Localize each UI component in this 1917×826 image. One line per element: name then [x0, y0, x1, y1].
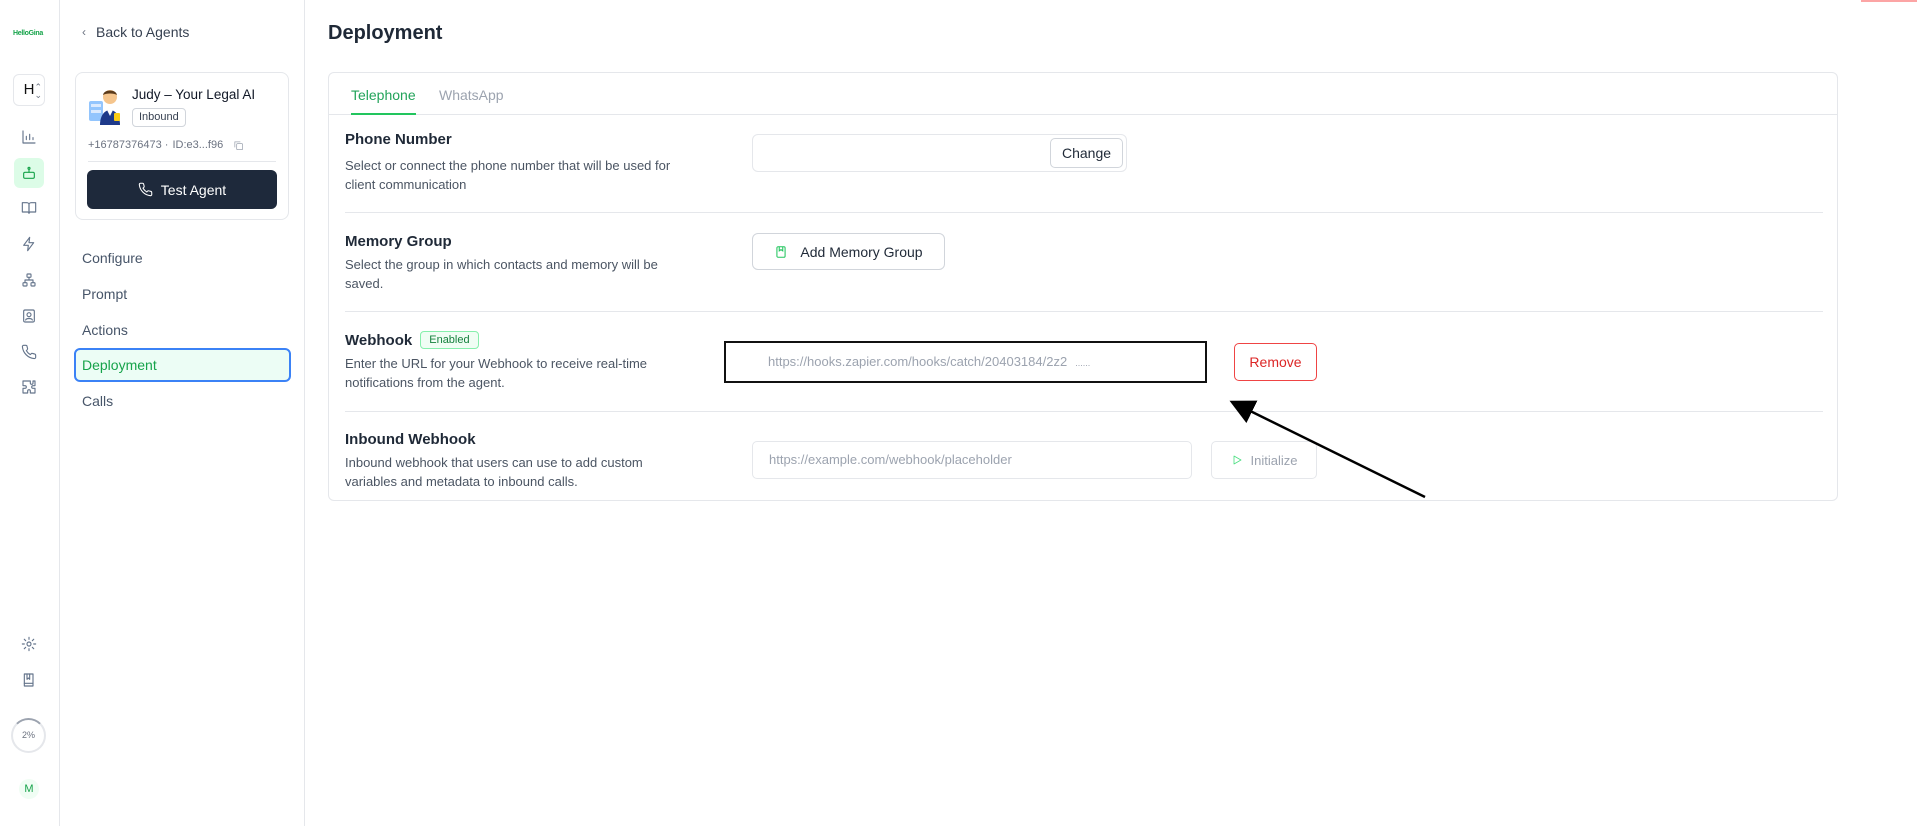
copy-icon[interactable] [233, 140, 244, 151]
phone-icon [138, 182, 153, 197]
webhook-url-value: https://hooks.zapier.com/hooks/catch/204… [768, 354, 1068, 369]
webhook-desc: Enter the URL for your Webhook to receiv… [345, 356, 648, 390]
test-agent-button[interactable]: Test Agent [87, 170, 277, 209]
add-memory-group-button[interactable]: Add Memory Group [752, 233, 945, 270]
webhook-title: Webhook Enabled [345, 331, 479, 349]
book-open-icon [21, 202, 37, 214]
phone-number-field[interactable]: Change [752, 134, 1127, 172]
contacts-nav[interactable] [14, 301, 44, 331]
deployment-panel: Telephone WhatsApp Phone Number Select o… [328, 72, 1838, 501]
top-accent-bar [1861, 0, 1917, 2]
page-title: Deployment [328, 22, 443, 44]
back-to-agents-link[interactable]: ‹ Back to Agents [82, 24, 189, 40]
workspace-initial: H [23, 81, 35, 98]
initialize-button[interactable]: Initialize [1211, 441, 1317, 479]
back-label: Back to Agents [96, 24, 190, 40]
bar-chart-icon [22, 130, 36, 144]
test-agent-label: Test Agent [160, 181, 227, 198]
inbound-webhook-title: Inbound Webhook [345, 431, 476, 448]
analytics-nav[interactable] [14, 122, 44, 152]
channel-tabs: Telephone WhatsApp [329, 73, 1837, 115]
nav-calls[interactable]: Calls [74, 384, 291, 418]
row-divider [345, 311, 1823, 312]
row-divider [345, 411, 1823, 412]
inbound-webhook-input[interactable]: https://example.com/webhook/placeholder [752, 441, 1192, 479]
workflows-nav[interactable] [14, 265, 44, 295]
knowledge-nav[interactable] [14, 193, 44, 223]
icon-rail: HelloGina H ⌃ ⌄ 2% M [0, 0, 60, 826]
docs-book-icon [23, 673, 34, 687]
change-phone-button[interactable]: Change [1050, 138, 1123, 168]
usage-indicator[interactable]: 2% [11, 718, 46, 753]
agent-card: Judy – Your Legal AI Inbound +1678737647… [75, 72, 289, 220]
phone-icon [21, 344, 37, 360]
agent-meta: +16787376473 · ID:e3...f96 [88, 139, 244, 151]
inbound-webhook-heading: Inbound Webhook [345, 431, 476, 448]
calls-nav[interactable] [14, 337, 44, 367]
bookmark-book-icon [776, 245, 787, 258]
card-divider [88, 161, 276, 162]
nav-deployment[interactable]: Deployment [74, 348, 291, 382]
user-avatar[interactable]: M [19, 779, 39, 799]
row-divider [345, 212, 1823, 213]
chevron-updown-icon: ⌃ ⌄ [34, 82, 42, 100]
bot-icon [23, 166, 35, 179]
memory-group-heading: Memory Group [345, 233, 452, 250]
zap-icon [23, 236, 35, 252]
workspace-switcher[interactable]: H ⌃ ⌄ [13, 74, 45, 106]
webhook-status-badge: Enabled [420, 331, 479, 349]
webhook-heading: Webhook [345, 331, 413, 349]
memory-group-title: Memory Group [345, 233, 452, 250]
phone-number-desc: Select or connect the phone number that … [345, 158, 671, 192]
phone-number-title: Phone Number [345, 131, 452, 148]
memory-group-desc: Select the group in which contacts and m… [345, 257, 658, 291]
agent-avatar-icon [89, 90, 120, 125]
app-root: HelloGina H ⌃ ⌄ 2% M ‹ Back to Agents Ju… [0, 0, 1917, 826]
agents-nav[interactable] [14, 158, 44, 188]
agent-sidebar: ‹ Back to Agents Judy – Your Legal AI In… [60, 0, 305, 826]
agent-phone: +16787376473 · [88, 139, 169, 151]
remove-webhook-button[interactable]: Remove [1234, 343, 1317, 381]
play-icon [1233, 455, 1241, 465]
tab-whatsapp[interactable]: WhatsApp [439, 87, 504, 115]
contact-card-icon [23, 309, 35, 323]
nav-actions[interactable]: Actions [74, 313, 291, 347]
add-memory-group-label: Add Memory Group [800, 243, 923, 260]
settings-nav[interactable] [14, 629, 44, 659]
integrations-nav[interactable] [14, 372, 44, 402]
brand-logo[interactable]: HelloGina [13, 30, 43, 37]
workflow-icon [22, 273, 36, 287]
phone-number-heading: Phone Number [345, 131, 452, 148]
agent-id: ID:e3...f96 [172, 139, 224, 151]
agent-direction-badge: Inbound [132, 108, 186, 127]
chevron-left-icon: ‹ [82, 25, 86, 39]
actions-nav[interactable] [14, 229, 44, 259]
webhook-url-input[interactable]: https://hooks.zapier.com/hooks/catch/204… [724, 341, 1207, 383]
nav-prompt[interactable]: Prompt [74, 277, 291, 311]
puzzle-icon [22, 380, 36, 394]
tab-telephone[interactable]: Telephone [351, 87, 416, 115]
initialize-label: Initialize [1250, 452, 1298, 468]
inbound-webhook-desc: Inbound webhook that users can use to ad… [345, 455, 643, 489]
nav-configure[interactable]: Configure [74, 241, 291, 275]
main-content: Deployment Telephone WhatsApp Phone Numb… [305, 0, 1917, 826]
settings-icon [21, 636, 37, 652]
agent-name: Judy – Your Legal AI [132, 87, 256, 102]
webhook-url-tail: ...... [1075, 357, 1091, 368]
docs-nav[interactable] [14, 665, 44, 695]
